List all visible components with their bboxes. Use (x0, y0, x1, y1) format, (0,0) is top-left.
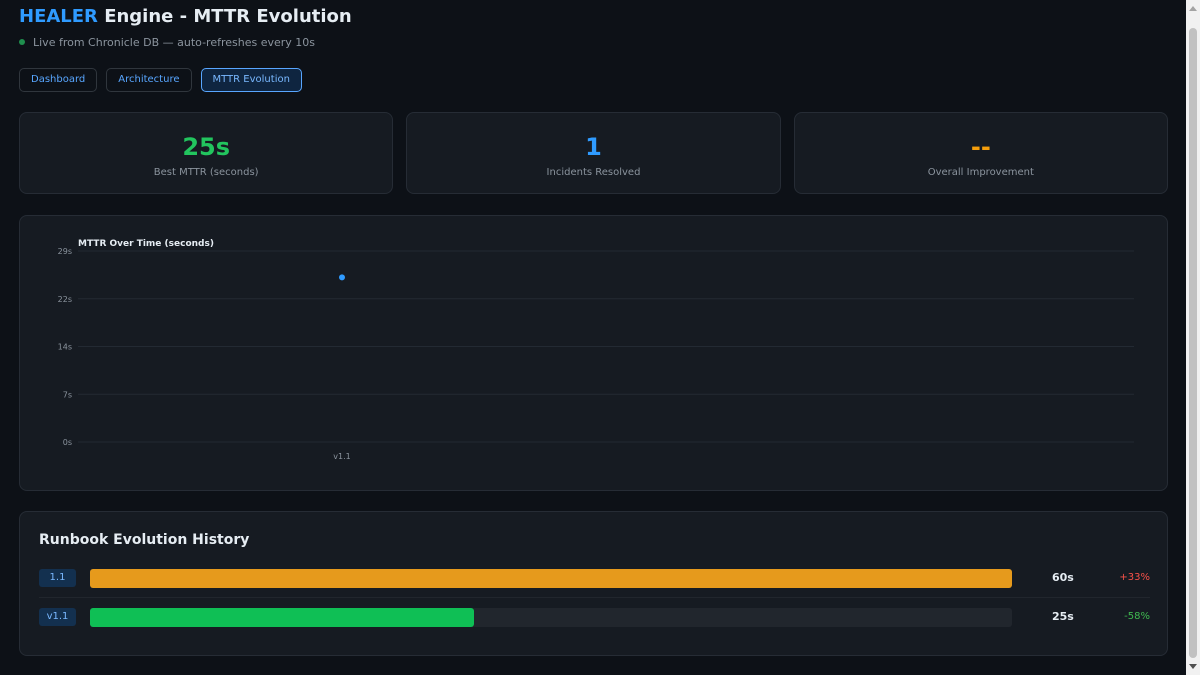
runbook-version-badge: 1.1 (39, 569, 76, 587)
runbook-row: v1.1 25s -58% (39, 608, 1150, 628)
chart-y-tick-label: 14s (58, 343, 72, 352)
page-scrollbar[interactable] (1186, 0, 1200, 675)
stat-label: Overall Improvement (927, 167, 1034, 178)
stat-value: 1 (585, 133, 602, 161)
scroll-up-arrow-icon[interactable] (1189, 6, 1197, 11)
stat-value: 25s (182, 133, 230, 161)
live-status-text: Live from Chronicle DB — auto-refreshes … (33, 36, 316, 49)
live-status-dot-icon (19, 39, 25, 45)
runbook-bar-track (90, 608, 1012, 627)
chart-y-tick-label: 7s (63, 390, 72, 399)
stat-label: Incidents Resolved (546, 167, 641, 178)
chart-data-point (339, 274, 345, 281)
chart-y-tick-label: 0s (63, 438, 72, 447)
stat-card-incidents-resolved: 1 Incidents Resolved (406, 112, 781, 194)
nav-tabs: Dashboard Architecture MTTR Evolution (19, 68, 302, 92)
runbook-delta: +33% (1119, 572, 1150, 583)
scroll-down-arrow-icon[interactable] (1189, 664, 1197, 669)
runbook-version-badge: v1.1 (39, 608, 76, 626)
page-title-text: Engine - MTTR Evolution (97, 6, 352, 27)
page-title: HEALER Engine - MTTR Evolution (19, 6, 352, 27)
runbook-mttr-time: 60s (1052, 571, 1074, 584)
runbook-row: 1.1 60s +33% (39, 569, 1150, 598)
chart-x-tick-label: v1.1 (333, 452, 350, 461)
live-status: Live from Chronicle DB — auto-refreshes … (19, 36, 315, 49)
mttr-chart: 29s 22s 14s 7s 0s MTTR Over Time (seconds) v1.… (58, 239, 1134, 461)
stat-card-best-mttr: 25s Best MTTR (seconds) (19, 112, 394, 194)
tab-mttr-evolution[interactable]: MTTR Evolution (200, 68, 302, 92)
chart-y-tick-label: 29s (58, 247, 72, 256)
scrollbar-thumb[interactable] (1189, 28, 1197, 658)
runbook-bar-fill (90, 569, 1012, 588)
runbook-bar-track (90, 569, 1012, 588)
stat-label: Best MTTR (seconds) (153, 167, 259, 178)
stat-card-overall-improvement: -- Overall Improvement (793, 112, 1168, 194)
brand-name: HEALER (19, 6, 98, 27)
chart-y-tick-label: 22s (58, 295, 72, 304)
tab-dashboard[interactable]: Dashboard (19, 68, 98, 92)
runbook-delta: -58% (1124, 611, 1150, 622)
mttr-chart-card: 29s 22s 14s 7s 0s MTTR Over Time (seconds) v1.… (19, 215, 1168, 491)
tab-architecture[interactable]: Architecture (106, 68, 192, 92)
chart-title: MTTR Over Time (seconds) (78, 239, 214, 249)
runbook-evolution-card: Runbook Evolution History 1.1 60s +33% v… (19, 511, 1168, 656)
stat-value: -- (970, 133, 991, 161)
runbook-mttr-time: 25s (1052, 610, 1074, 623)
runbook-bar-fill (90, 608, 474, 627)
runbook-title: Runbook Evolution History (39, 532, 250, 548)
stats-row: 25s Best MTTR (seconds) 1 Incidents Reso… (19, 112, 1168, 194)
